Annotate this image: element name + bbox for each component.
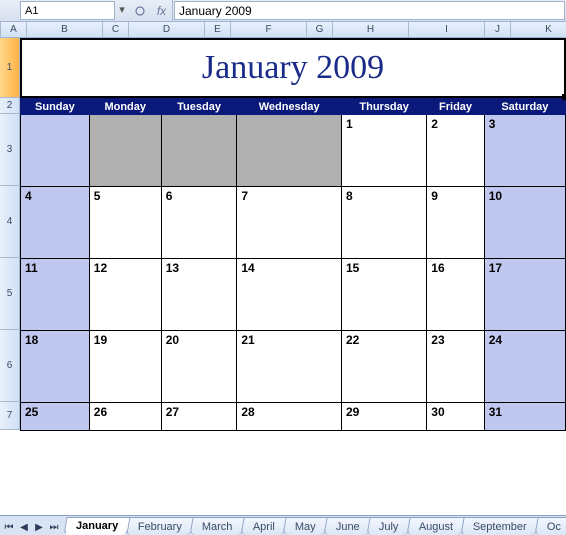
calendar-cell[interactable]: 26 [89,403,161,431]
column-headers: ABCDEFGHIJKLMN [0,22,566,38]
calendar-cell[interactable]: 27 [161,403,237,431]
column-header-F[interactable]: F [231,22,307,37]
sheet-tab-label: August [419,521,453,533]
tab-nav-last-icon[interactable]: ⏭ [47,520,61,534]
column-header-C[interactable]: C [103,22,129,37]
calendar-cell[interactable]: 28 [237,403,342,431]
tab-nav-first-icon[interactable]: ⏮ [2,520,16,534]
day-header: Saturday [484,99,565,115]
calendar-cell[interactable]: 4 [21,187,90,259]
calendar-cell[interactable]: 30 [427,403,484,431]
day-header: Wednesday [237,99,342,115]
row-header-7[interactable]: 7 [0,402,20,430]
calendar-cell[interactable]: 6 [161,187,237,259]
formula-input[interactable] [174,1,565,20]
sheet-tab-bar: ⏮ ◀ ▶ ⏭ January February March April May June… [0,515,566,535]
day-header: Tuesday [161,99,237,115]
calendar-cell[interactable]: 21 [237,331,342,403]
name-box-dropdown-icon[interactable]: ▾ [115,0,129,18]
sheet-tab-oc[interactable]: Oc [534,517,566,535]
sheet-tab-label: Oc [547,521,561,533]
row-headers: 1234567 [0,38,20,431]
column-header-D[interactable]: D [129,22,205,37]
sheet-tab-label: March [202,521,233,533]
calendar-table[interactable]: SundayMondayTuesdayWednesdayThursdayFrid… [20,98,566,431]
calendar-cell[interactable]: 7 [237,187,342,259]
sheet-tab-march[interactable]: March [190,517,246,535]
sheet-tab-label: February [138,521,182,533]
row-header-1[interactable]: 1 [0,38,20,98]
row-header-5[interactable]: 5 [0,258,20,330]
sheet-tab-february[interactable]: February [126,517,195,535]
calendar-cell[interactable]: 2 [427,115,484,187]
calendar-cell[interactable]: 9 [427,187,484,259]
calendar-title: January 2009 [202,49,384,87]
calendar-cell[interactable]: 12 [89,259,161,331]
sheet-tab-label: January [76,520,118,532]
calendar-cell[interactable]: 5 [89,187,161,259]
row-header-4[interactable]: 4 [0,186,20,258]
day-header: Thursday [341,99,426,115]
calendar-cell[interactable]: 18 [21,331,90,403]
row-header-2[interactable]: 2 [0,98,20,114]
calendar-cell[interactable]: 31 [484,403,565,431]
calendar-cell[interactable]: 20 [161,331,237,403]
calendar-cell[interactable]: 8 [341,187,426,259]
sheet-tab-label: September [473,521,527,533]
sheet-tab-april[interactable]: April [240,517,287,535]
row-header-6[interactable]: 6 [0,330,20,402]
column-header-I[interactable]: I [409,22,485,37]
name-box[interactable]: A1 [20,1,115,20]
column-header-G[interactable]: G [307,22,333,37]
sheet-tab-january[interactable]: January [63,517,130,535]
tab-nav-prev-icon[interactable]: ◀ [17,520,31,534]
calendar-cell[interactable]: 17 [484,259,565,331]
column-header-B[interactable]: B [27,22,103,37]
sheet-tab-september[interactable]: September [461,517,540,535]
sheet-tab-label: April [253,521,275,533]
calendar-cell[interactable]: 19 [89,331,161,403]
day-header: Monday [89,99,161,115]
column-header-H[interactable]: H [333,22,409,37]
calendar-cell[interactable]: 22 [341,331,426,403]
sheet-tab-may[interactable]: May [282,517,328,535]
sheet-tab-label: May [295,521,316,533]
column-header-A[interactable]: A [1,22,27,37]
calendar-cell[interactable]: 29 [341,403,426,431]
fx-icon[interactable]: fx [151,0,173,21]
sheet-tab-june[interactable]: June [323,517,372,535]
column-header-E[interactable]: E [205,22,231,37]
calendar-cell[interactable]: 25 [21,403,90,431]
tab-nav-next-icon[interactable]: ▶ [32,520,46,534]
calendar-cell[interactable]: 10 [484,187,565,259]
calendar-title-cell[interactable]: January 2009 [20,38,566,98]
calendar-cell[interactable] [161,115,237,187]
sheet-tab-label: July [379,521,399,533]
column-header-K[interactable]: K [511,22,566,37]
column-header-J[interactable]: J [485,22,511,37]
calendar-cell[interactable] [237,115,342,187]
calendar-cell[interactable]: 3 [484,115,565,187]
calendar-cell[interactable]: 23 [427,331,484,403]
formula-bar: A1 ▾ fx [0,0,566,22]
day-header: Friday [427,99,484,115]
sheet-tab-label: June [336,521,360,533]
sheet-area[interactable]: January 2009 SundayMondayTuesdayWednesda… [20,38,566,431]
calendar-cell[interactable]: 24 [484,331,565,403]
calendar-cell[interactable]: 14 [237,259,342,331]
calendar-cell[interactable]: 11 [21,259,90,331]
day-header: Sunday [21,99,90,115]
calendar-cell[interactable]: 15 [341,259,426,331]
name-box-value: A1 [25,5,38,17]
calendar-cell[interactable]: 16 [427,259,484,331]
calendar-cell[interactable] [21,115,90,187]
calendar-cell[interactable]: 1 [341,115,426,187]
sheet-tab-august[interactable]: August [406,517,465,535]
sheet-tab-july[interactable]: July [367,517,412,535]
calendar-cell[interactable]: 13 [161,259,237,331]
row-header-3[interactable]: 3 [0,114,20,186]
expand-formula-icon[interactable] [129,0,151,21]
calendar-cell[interactable] [89,115,161,187]
